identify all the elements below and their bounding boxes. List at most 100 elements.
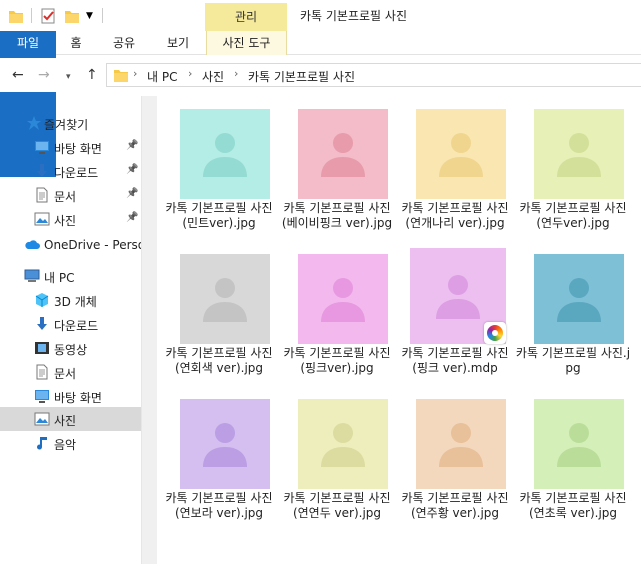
- up-arrow-icon[interactable]: ↑: [86, 66, 98, 84]
- file-thumbnail: [416, 399, 506, 489]
- file-item[interactable]: 카톡 기본프로필 사진(핑크ver).jpg: [278, 245, 396, 391]
- title-bar: ▼ 관리 카톡 기본프로필 사진: [0, 0, 641, 31]
- breadcrumb-pictures[interactable]: 사진: [202, 68, 224, 85]
- file-name: 카톡 기본프로필 사진(연주황 ver).jpg: [401, 491, 509, 520]
- download-icon: [34, 316, 50, 332]
- file-item[interactable]: 카톡 기본프로필 사진(연회색 ver).jpg: [160, 245, 278, 391]
- sidebar-item-label: 즐겨찾기: [44, 118, 89, 132]
- file-thumbnail: [180, 109, 270, 199]
- tab-home[interactable]: 홈: [56, 31, 96, 55]
- file-name: 카톡 기본프로필 사진(베이비핑크 ver).jpg: [281, 201, 393, 230]
- sidebar-item[interactable]: 문서 📌: [0, 183, 141, 207]
- sidebar-item[interactable]: OneDrive - Person: [0, 233, 141, 257]
- file-thumbnail: [298, 109, 388, 199]
- quick-access-separator: [102, 8, 103, 23]
- ribbon-tabs: 파일 홈 공유 보기 사진 도구: [0, 31, 641, 177]
- sidebar-item[interactable]: 사진: [0, 407, 141, 431]
- navigation-pane: 즐겨찾기바탕 화면 📌 다운로드 📌 문서 📌 사진 📌 OneDrive - Person 내 …: [0, 107, 141, 564]
- new-folder-icon[interactable]: [64, 6, 80, 26]
- person-silhouette-icon: [203, 423, 247, 467]
- sidebar-item[interactable]: 즐겨찾기: [0, 111, 141, 135]
- navigation-pane-scrollbar[interactable]: [141, 96, 157, 564]
- properties-icon[interactable]: [40, 6, 56, 26]
- sidebar-item[interactable]: 음악: [0, 431, 141, 455]
- sidebar-item[interactable]: 다운로드 📌: [0, 159, 141, 183]
- sidebar-item-label: 다운로드: [54, 319, 99, 333]
- person-silhouette-icon: [321, 423, 365, 467]
- person-silhouette-icon: [203, 278, 247, 322]
- file-item[interactable]: 카톡 기본프로필 사진(연보라 ver).jpg: [160, 390, 278, 536]
- file-name: 카톡 기본프로필 사진(연초록 ver).jpg: [519, 491, 627, 520]
- person-silhouette-icon: [436, 275, 480, 319]
- back-arrow-icon[interactable]: ←: [12, 66, 24, 84]
- person-silhouette-icon: [439, 423, 483, 467]
- file-thumbnail: [534, 109, 624, 199]
- medibang-icon: [484, 322, 506, 344]
- file-item[interactable]: 카톡 기본프로필 사진(연개나리 ver).jpg: [396, 100, 514, 246]
- quick-access-separator: [31, 8, 32, 23]
- sidebar-item[interactable]: 문서: [0, 360, 141, 384]
- computer-icon: [24, 268, 40, 284]
- tab-picture-tools[interactable]: 사진 도구: [206, 31, 287, 55]
- person-silhouette-icon: [557, 278, 601, 322]
- sidebar-item[interactable]: 3D 개체: [0, 288, 141, 312]
- sidebar-item-label: 사진: [54, 414, 77, 428]
- breadcrumb-chevron-icon[interactable]: ›: [234, 67, 238, 80]
- sidebar-item-label: 바탕 화면: [54, 391, 102, 405]
- file-thumbnail: [416, 109, 506, 199]
- file-thumbnail: [180, 399, 270, 489]
- breadcrumb-this-pc[interactable]: 내 PC: [147, 68, 177, 85]
- sidebar-item[interactable]: 내 PC: [0, 264, 141, 288]
- desktop-icon: [34, 388, 50, 404]
- sidebar-item-label: 바탕 화면: [54, 142, 102, 156]
- address-bar[interactable]: › 내 PC › 사진 › 카톡 기본프로필 사진: [106, 63, 641, 87]
- sidebar-item[interactable]: 바탕 화면: [0, 384, 141, 408]
- file-name: 카톡 기본프로필 사진(연회색 ver).jpg: [165, 346, 273, 375]
- file-item[interactable]: 카톡 기본프로필 사진(연연두 ver).jpg: [278, 390, 396, 536]
- forward-arrow-icon[interactable]: →: [38, 66, 50, 84]
- breadcrumb-current-folder[interactable]: 카톡 기본프로필 사진: [248, 68, 355, 85]
- navigation-bar: ← → ▾ ↑ › 내 PC › 사진 › 카톡 기본프로필 사진: [0, 58, 641, 92]
- sidebar-item-label: 문서: [54, 190, 77, 204]
- file-thumbnail: [298, 254, 388, 344]
- sidebar-item-label: 내 PC: [44, 271, 75, 285]
- pin-icon: 📌: [126, 212, 139, 223]
- person-silhouette-icon: [439, 133, 483, 177]
- sidebar-item[interactable]: 동영상: [0, 336, 141, 360]
- film-icon: [34, 340, 50, 356]
- folder-icon[interactable]: [8, 6, 24, 26]
- download-icon: [34, 163, 50, 179]
- pin-icon: 📌: [126, 140, 139, 151]
- file-thumbnail: [298, 399, 388, 489]
- recent-locations-chevron-icon[interactable]: ▾: [66, 68, 71, 86]
- file-item[interactable]: 카톡 기본프로필 사진(연두ver).jpg: [514, 100, 632, 246]
- context-tab-group-label: 관리: [205, 3, 287, 31]
- sidebar-item-label: 3D 개체: [54, 295, 97, 309]
- sidebar-item[interactable]: 바탕 화면 📌: [0, 135, 141, 159]
- file-thumbnail: [410, 248, 506, 344]
- file-name: 카톡 기본프로필 사진(민트ver).jpg: [165, 201, 273, 230]
- file-item[interactable]: 카톡 기본프로필 사진(베이비핑크 ver).jpg: [278, 100, 396, 246]
- file-item[interactable]: 카톡 기본프로필 사진(핑크 ver).mdp: [396, 245, 514, 391]
- customize-toolbar-icon[interactable]: ▼: [86, 6, 96, 26]
- tab-view[interactable]: 보기: [156, 31, 200, 55]
- cube-icon: [34, 292, 50, 308]
- sidebar-item[interactable]: 다운로드: [0, 312, 141, 336]
- file-name: 카톡 기본프로필 사진(연보라 ver).jpg: [165, 491, 273, 520]
- file-name: 카톡 기본프로필 사진(연개나리 ver).jpg: [401, 201, 509, 230]
- file-item[interactable]: 카톡 기본프로필 사진.jpg: [514, 245, 632, 391]
- sidebar-item-label: 다운로드: [54, 166, 99, 180]
- breadcrumb-chevron-icon[interactable]: ›: [133, 67, 137, 80]
- file-item[interactable]: 카톡 기본프로필 사진(민트ver).jpg: [160, 100, 278, 246]
- star-icon: [26, 115, 42, 131]
- sidebar-item-label: 동영상: [54, 343, 88, 357]
- file-item[interactable]: 카톡 기본프로필 사진(연주황 ver).jpg: [396, 390, 514, 536]
- file-name: 카톡 기본프로필 사진(핑크ver).jpg: [283, 346, 391, 375]
- sidebar-item-label: OneDrive - Person: [44, 238, 141, 252]
- folder-icon: [113, 67, 129, 83]
- tab-share[interactable]: 공유: [104, 31, 144, 55]
- file-item[interactable]: 카톡 기본프로필 사진(연초록 ver).jpg: [514, 390, 632, 536]
- breadcrumb-chevron-icon[interactable]: ›: [188, 67, 192, 80]
- person-silhouette-icon: [557, 133, 601, 177]
- sidebar-item[interactable]: 사진 📌: [0, 207, 141, 231]
